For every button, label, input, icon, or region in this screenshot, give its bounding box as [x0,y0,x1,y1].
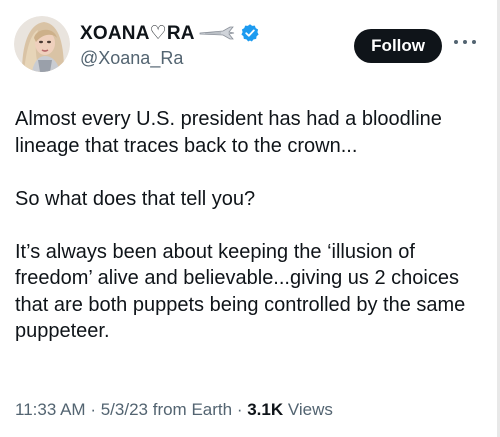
avatar-image [14,16,70,72]
author-identity: XOANA♡RA @Xoana_Ra [80,21,260,69]
meta-separator: · [236,400,243,419]
meta-separator: · [90,400,96,419]
avatar[interactable] [14,16,70,72]
more-dot [454,40,458,44]
tweet-card: XOANA♡RA @Xoana_Ra Follow Almost every U… [0,0,500,437]
tweet-paragraph: So what does that tell you? [15,187,256,210]
tweet-paragraph: Almost every U.S. president has had a bl… [15,108,442,157]
tweet-time[interactable]: 11:33 AM [15,400,86,419]
author-handle[interactable]: @Xoana_Ra [80,48,260,69]
tweet-date[interactable]: 5/3/23 [101,400,148,419]
more-options-icon[interactable] [454,37,476,47]
more-dot [463,40,467,44]
more-dot [472,40,476,44]
views-count[interactable]: 3.1K [247,400,283,419]
tweet-paragraph: It’s always been about keeping the ‘illu… [15,240,466,343]
tweet-source: from Earth [152,400,233,419]
verified-badge-icon [240,23,260,43]
follow-button[interactable]: Follow [354,29,442,63]
views-label: Views [287,400,333,419]
tweet-header: XOANA♡RA @Xoana_Ra Follow [14,12,484,76]
display-name[interactable]: XOANA♡RA [80,22,195,45]
name-row: XOANA♡RA [80,21,260,45]
tweet-text: Almost every U.S. president has had a bl… [15,106,485,345]
tweet-meta: 11:33 AM · 5/3/23 from Earth · 3.1K View… [15,400,333,420]
airplane-emoji-icon [199,26,235,40]
